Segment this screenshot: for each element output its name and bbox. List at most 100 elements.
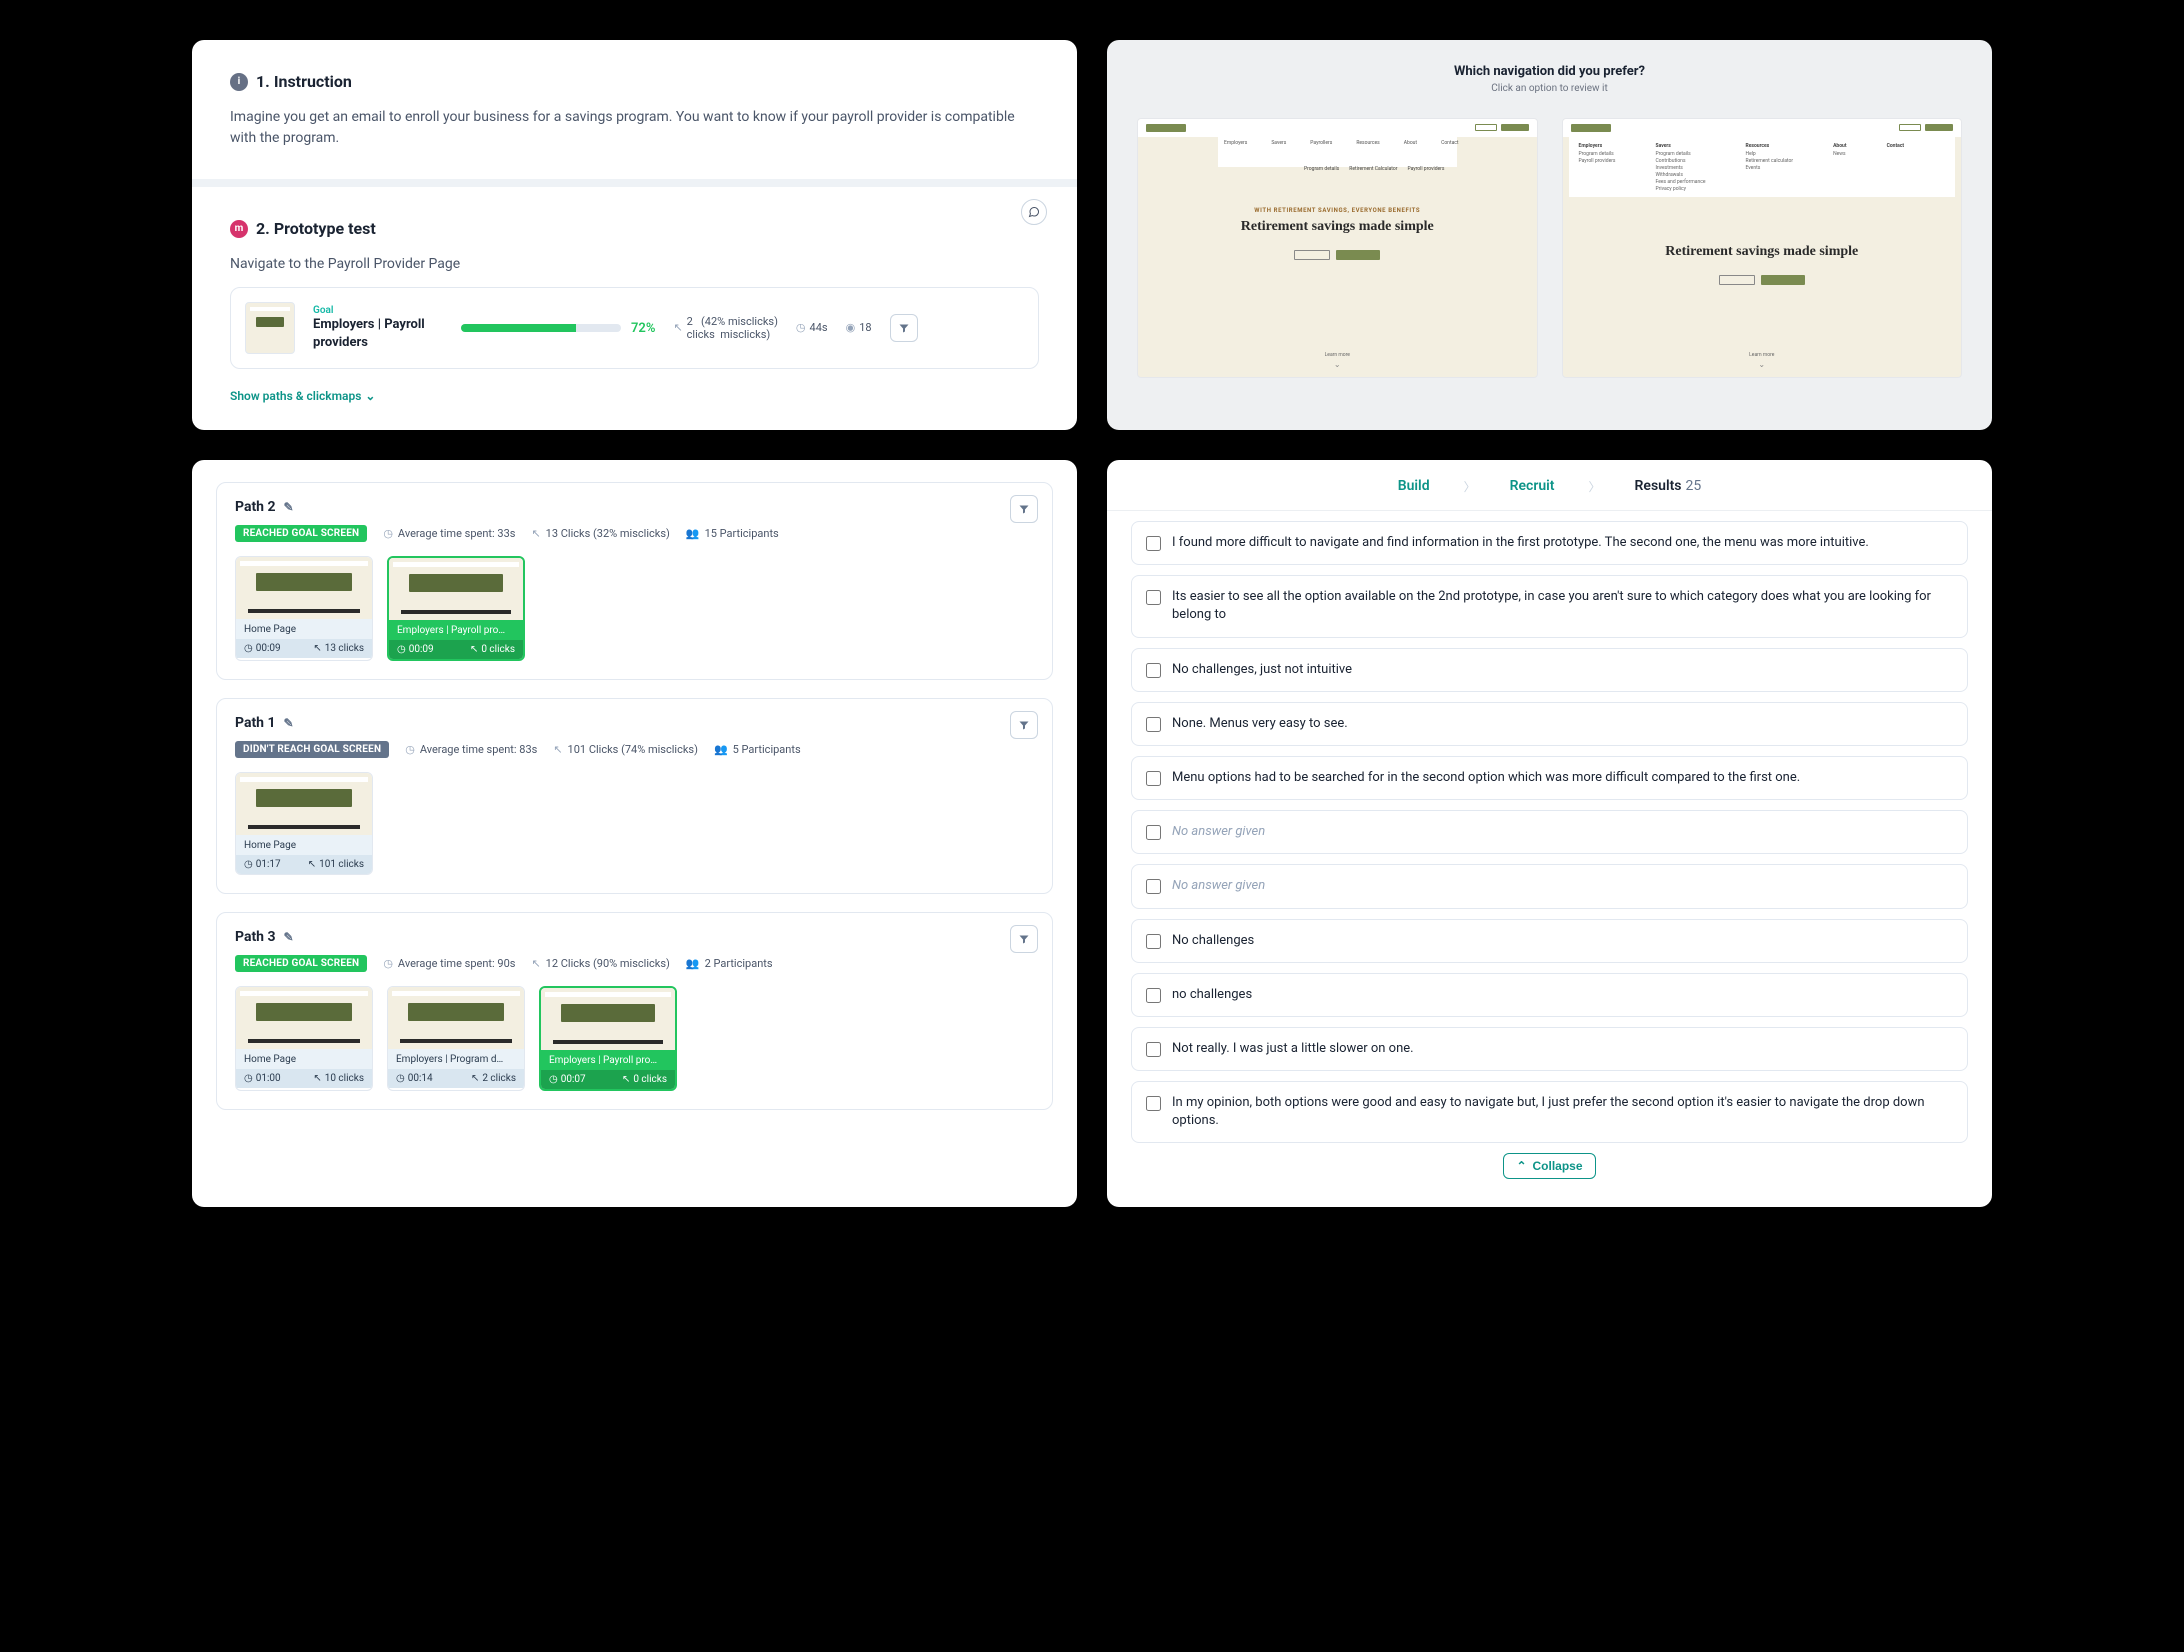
clock-icon: ◷	[796, 321, 806, 334]
filter-button[interactable]	[1010, 925, 1038, 953]
cursor-icon: ↖	[471, 1073, 479, 1084]
response-checkbox[interactable]	[1146, 1096, 1161, 1111]
path-title: Path 2 ✎	[235, 499, 1034, 515]
cursor-icon: ↖	[313, 643, 321, 654]
comment-icon[interactable]	[1021, 199, 1047, 225]
clock-icon: ◷	[383, 527, 393, 540]
cursor-icon: ↖	[308, 859, 316, 870]
avg-time: ◷Average time spent: 83s	[405, 743, 537, 756]
response-item: No challenges	[1131, 919, 1968, 963]
prototype-icon: m	[230, 220, 248, 238]
clock-icon: ◷	[396, 1073, 405, 1084]
screen-thumbnail[interactable]: Employers | Payroll pro…◷00:07↖0 clicks	[539, 986, 677, 1091]
clock-icon: ◷	[244, 1073, 253, 1084]
screen-thumbnail[interactable]: Home Page◷01:00↖10 clicks	[235, 986, 373, 1091]
response-checkbox[interactable]	[1146, 717, 1161, 732]
collapse-button[interactable]: ⌃ Collapse	[1503, 1153, 1595, 1179]
preference-hint: Click an option to review it	[1117, 83, 1982, 94]
show-paths-link[interactable]: Show paths & clickmaps ⌄	[230, 389, 375, 403]
goal-label: Goal	[313, 305, 443, 316]
avg-time: ◷Average time spent: 90s	[383, 957, 515, 970]
instruction-body: Imagine you get an email to enroll your …	[230, 107, 1039, 149]
panel-preference: Which navigation did you prefer? Click a…	[1107, 40, 1992, 430]
edit-icon[interactable]: ✎	[284, 930, 294, 944]
filter-button[interactable]	[1010, 711, 1038, 739]
edit-icon[interactable]: ✎	[284, 500, 294, 514]
filter-button[interactable]	[890, 314, 918, 342]
reached-badge: DIDN'T REACH GOAL SCREEN	[235, 741, 389, 758]
users-icon: 👥	[686, 527, 700, 540]
clock-icon: ◷	[244, 859, 253, 870]
path-title: Path 1 ✎	[235, 715, 1034, 731]
response-item: I found more difficult to navigate and f…	[1131, 521, 1968, 565]
clock-icon: ◷	[397, 644, 406, 655]
path-block: Path 2 ✎ REACHED GOAL SCREEN ◷Average time…	[216, 482, 1053, 680]
screen-thumbnail[interactable]: Home Page◷01:17↖101 clicks	[235, 772, 373, 875]
option-a-nav: EmployersSaversPayrollersResourcesAboutC…	[1218, 137, 1457, 167]
path-title: Path 3 ✎	[235, 929, 1034, 945]
tab-recruit[interactable]: Recruit	[1476, 472, 1589, 500]
tab-results[interactable]: Results25	[1601, 472, 1736, 500]
cursor-icon: ↖	[622, 1074, 630, 1085]
tab-build[interactable]: Build	[1364, 472, 1464, 500]
prototype-task: Navigate to the Payroll Provider Page	[230, 254, 1039, 275]
users-icon: 👥	[686, 957, 700, 970]
response-checkbox[interactable]	[1146, 879, 1161, 894]
cursor-icon: ↖	[673, 321, 682, 334]
results-tabs: Build 〉 Recruit 〉 Results25	[1107, 460, 1992, 511]
response-checkbox[interactable]	[1146, 771, 1161, 786]
screen-thumbnail[interactable]: Home Page◷00:09↖13 clicks	[235, 556, 373, 661]
clock-icon: ◷	[405, 743, 415, 756]
response-checkbox[interactable]	[1146, 536, 1161, 551]
clock-icon: ◷	[549, 1074, 558, 1085]
preference-question: Which navigation did you prefer?	[1117, 64, 1982, 79]
participants-stat: ◉ 18	[846, 321, 872, 334]
response-item: None. Menus very easy to see.	[1131, 702, 1968, 746]
goal-thumbnail	[245, 302, 295, 354]
response-checkbox[interactable]	[1146, 663, 1161, 678]
reached-badge: REACHED GOAL SCREEN	[235, 525, 367, 542]
response-item: Not really. I was just a little slower o…	[1131, 1027, 1968, 1071]
panel-paths: Path 2 ✎ REACHED GOAL SCREEN ◷Average time…	[192, 460, 1077, 1207]
clicks-meta: ↖13 Clicks (32% misclicks)	[531, 527, 669, 540]
path-block: Path 3 ✎REACHED GOAL SCREEN◷Average time…	[216, 912, 1053, 1110]
filter-button[interactable]	[1010, 495, 1038, 523]
cursor-icon: ↖	[531, 957, 540, 970]
response-checkbox[interactable]	[1146, 934, 1161, 949]
goal-summary-card: Goal Employers | Payroll providers 72% ↖…	[230, 287, 1039, 369]
prototype-heading: m 2. Prototype test	[230, 219, 1039, 238]
preference-option-b[interactable]: EmployersProgram detailsPayroll provider…	[1562, 118, 1963, 378]
response-checkbox[interactable]	[1146, 825, 1161, 840]
response-checkbox[interactable]	[1146, 590, 1161, 605]
clock-icon: ◷	[244, 643, 253, 654]
users-icon: 👥	[714, 743, 728, 756]
response-item: Menu options had to be searched for in t…	[1131, 756, 1968, 800]
cursor-icon: ↖	[531, 527, 540, 540]
response-checkbox[interactable]	[1146, 988, 1161, 1003]
user-icon: ◉	[846, 321, 856, 334]
path-block: Path 1 ✎ DIDN'T REACH GOAL SCREEN ◷Average…	[216, 698, 1053, 894]
response-checkbox[interactable]	[1146, 1042, 1161, 1057]
participants-meta: 👥15 Participants	[686, 527, 779, 540]
preference-option-a[interactable]: EmployersSaversPayrollersResourcesAboutC…	[1137, 118, 1538, 378]
avg-time: ◷Average time spent: 33s	[383, 527, 515, 540]
clicks-stat: ↖ 2 (42% misclicks) clicks misclicks)	[673, 315, 777, 341]
participants-meta: 👥2 Participants	[686, 957, 773, 970]
screen-thumbnail[interactable]: Employers | Payroll pro…◷00:09↖0 clicks	[387, 556, 525, 661]
logo-icon	[1571, 124, 1611, 132]
logo-icon	[1146, 124, 1186, 132]
edit-icon[interactable]: ✎	[284, 716, 294, 730]
option-b-nav: EmployersProgram detailsPayroll provider…	[1569, 137, 1956, 197]
progress-bar: 72%	[461, 321, 655, 336]
response-item: In my opinion, both options were good an…	[1131, 1081, 1968, 1143]
chevron-down-icon: ⌄	[365, 389, 375, 403]
cursor-icon: ↖	[313, 1073, 321, 1084]
panel-results: Build 〉 Recruit 〉 Results25 I found more…	[1107, 460, 1992, 1207]
screen-thumbnail[interactable]: Employers | Program d…◷00:14↖2 clicks	[387, 986, 525, 1091]
cursor-icon: ↖	[470, 644, 478, 655]
clicks-meta: ↖12 Clicks (90% misclicks)	[531, 957, 669, 970]
response-item: Its easier to see all the option availab…	[1131, 575, 1968, 637]
response-item: No answer given	[1131, 864, 1968, 908]
participants-meta: 👥5 Participants	[714, 743, 801, 756]
clicks-meta: ↖101 Clicks (74% misclicks)	[553, 743, 698, 756]
